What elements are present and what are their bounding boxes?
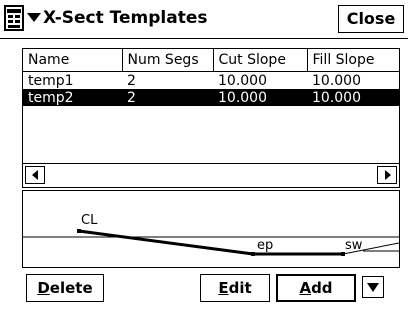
add-button-hotkey: A [299, 279, 312, 297]
table-cell: 10.000 [307, 89, 399, 106]
start-menu-icon[interactable] [3, 5, 25, 31]
table-cell: 10.000 [213, 89, 307, 106]
table-row-selected[interactable]: temp2 2 10.000 10.000 [23, 89, 399, 106]
table-cell: 10.000 [218, 72, 267, 89]
close-button[interactable]: Close [338, 5, 404, 33]
delete-button-label: elete [49, 279, 93, 297]
window-title: X-Sect Templates [43, 8, 208, 28]
sw-label: sw [345, 238, 363, 253]
add-button[interactable]: Add [276, 274, 356, 302]
title-bar: X-Sect Templates Close [0, 0, 408, 39]
column-header-name[interactable]: Name [23, 49, 123, 72]
chevron-down-icon [367, 283, 379, 292]
table-cell: 10.000 [312, 72, 361, 89]
delete-button[interactable]: Delete [26, 274, 104, 302]
template-profile [78, 229, 343, 256]
more-options-button[interactable] [362, 276, 384, 298]
cross-section-preview: CL ep sw [22, 190, 400, 268]
delete-button-hotkey: D [37, 279, 50, 297]
column-header-fill-slope[interactable]: Fill Slope [306, 49, 399, 72]
cross-section-drawing: CL ep sw [23, 213, 400, 256]
table-cell: 2 [127, 72, 136, 89]
column-header-cut-slope[interactable]: Cut Slope [212, 49, 308, 72]
table-row[interactable]: temp1 2 10.000 10.000 [23, 72, 399, 90]
chevron-left-icon [32, 170, 38, 180]
edit-button[interactable]: Edit [200, 274, 270, 302]
table-cell: temp1 [28, 72, 74, 89]
table-cell: 2 [122, 89, 213, 106]
menu-dropdown-arrow-icon[interactable] [27, 13, 41, 22]
ep-node [251, 252, 255, 256]
chevron-right-icon [385, 170, 391, 180]
templates-list: Name Num Segs Cut Slope Fill Slope temp1… [22, 48, 400, 188]
ep-label: ep [257, 238, 273, 253]
table-cell: temp2 [23, 89, 122, 106]
cl-label: CL [81, 213, 98, 228]
add-button-label: dd [311, 279, 333, 297]
column-header-num-segs[interactable]: Num Segs [121, 49, 214, 72]
scroll-left-button[interactable] [25, 166, 45, 184]
cl-node [77, 229, 81, 233]
table-header-row: Name Num Segs Cut Slope Fill Slope [23, 49, 399, 72]
templates-table: Name Num Segs Cut Slope Fill Slope temp1… [23, 49, 399, 106]
horizontal-scrollbar[interactable] [23, 163, 399, 187]
scroll-right-button[interactable] [377, 166, 397, 184]
edit-button-hotkey: E [218, 279, 229, 297]
edit-button-label: dit [228, 279, 252, 297]
